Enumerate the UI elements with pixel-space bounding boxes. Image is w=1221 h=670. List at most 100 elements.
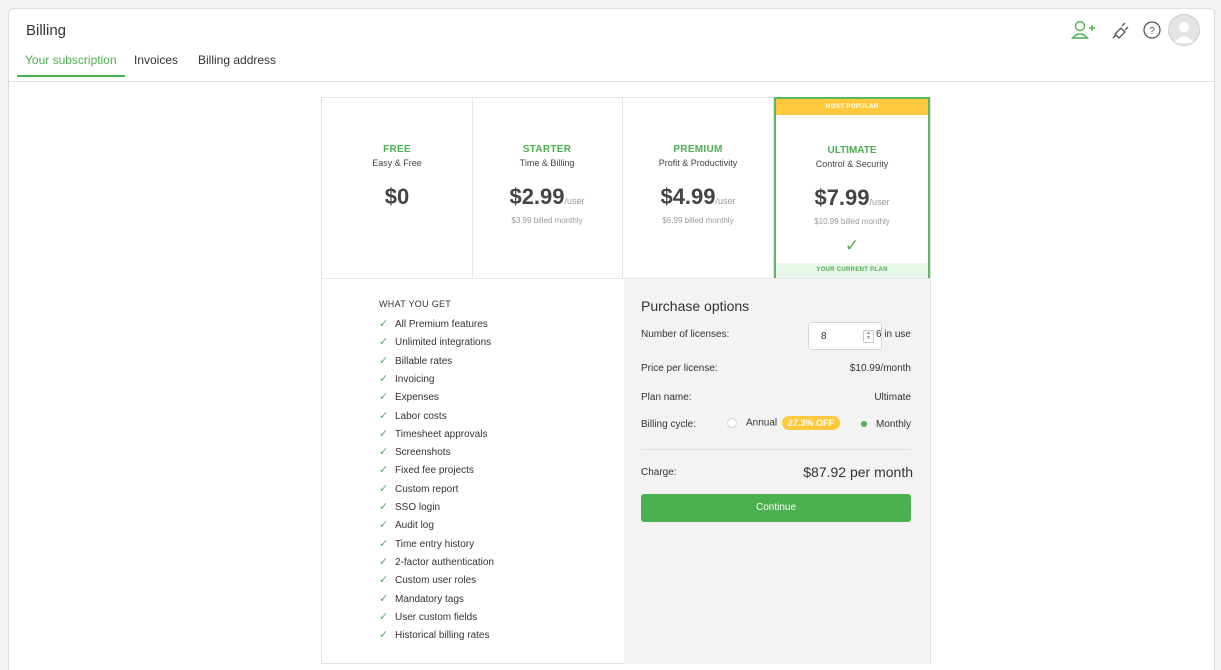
continue-button[interactable]: Continue bbox=[641, 494, 911, 522]
feature-item: ✓ Mandatory tags bbox=[379, 592, 464, 606]
feature-label: User custom fields bbox=[395, 611, 478, 623]
check-icon: ✓ bbox=[379, 629, 389, 642]
licenses-label: Number of licenses: bbox=[641, 329, 730, 340]
feature-item: ✓ Custom report bbox=[379, 482, 458, 496]
feature-item: ✓ Labor costs bbox=[379, 409, 447, 423]
most-popular-banner: MOST POPULAR bbox=[776, 99, 928, 115]
check-icon: ✓ bbox=[379, 592, 389, 605]
feature-item: ✓ Historical billing rates bbox=[379, 628, 489, 642]
feature-label: 2-factor authentication bbox=[395, 556, 494, 568]
spinner-arrows-icon[interactable]: ▲ ▼ bbox=[863, 330, 874, 343]
plan-name: PREMIUM bbox=[673, 144, 723, 155]
plan-subtitle: Time & Billing bbox=[519, 158, 575, 168]
help-icon[interactable]: ? bbox=[1137, 15, 1167, 45]
feature-label: Screenshots bbox=[395, 447, 451, 459]
purchase-title: Purchase options bbox=[641, 298, 750, 314]
feature-label: Invoicing bbox=[395, 373, 435, 385]
feature-label: Unlimited integrations bbox=[395, 337, 492, 349]
plug-icon[interactable] bbox=[1105, 15, 1135, 45]
plan-price: $0 bbox=[322, 184, 472, 210]
feature-label: Labor costs bbox=[395, 410, 447, 422]
check-icon: ✓ bbox=[379, 464, 389, 477]
feature-label: Fixed fee projects bbox=[395, 465, 474, 477]
plan-premium[interactable]: PREMIUM Profit & Productivity $4.99/user… bbox=[623, 98, 774, 278]
plan-name-value: Ultimate bbox=[874, 392, 911, 403]
billing-cycle-label: Billing cycle: bbox=[641, 419, 697, 430]
plan-price-amount: $0 bbox=[384, 184, 410, 209]
plan-price-unit: /user bbox=[564, 196, 585, 206]
annual-radio[interactable] bbox=[727, 418, 737, 428]
check-icon: ✓ bbox=[379, 372, 389, 385]
tab-your-subscription[interactable]: Your subscription bbox=[17, 53, 125, 77]
check-icon: ✓ bbox=[379, 610, 389, 623]
plan-billed: $6.99 billed monthly bbox=[662, 216, 734, 225]
monthly-option[interactable]: Monthly bbox=[859, 419, 911, 430]
check-icon: ✓ bbox=[379, 409, 389, 422]
feature-label: Time entry history bbox=[395, 538, 475, 550]
svg-text:?: ? bbox=[1149, 26, 1155, 37]
plan-price-unit: /user bbox=[869, 197, 890, 207]
check-icon: ✓ bbox=[379, 391, 389, 404]
plan-starter[interactable]: STARTER Time & Billing $2.99/user $3.99 … bbox=[472, 98, 623, 278]
plan-price-amount: $4.99 bbox=[660, 184, 716, 209]
annual-label: Annual bbox=[746, 417, 778, 429]
feature-label: All Premium features bbox=[395, 319, 488, 330]
annual-option[interactable]: Annual 27.3% OFF bbox=[727, 416, 840, 430]
check-icon: ✓ bbox=[379, 336, 389, 349]
add-user-icon[interactable] bbox=[1068, 15, 1098, 45]
feature-item: ✓ All Premium features bbox=[379, 317, 488, 331]
check-icon: ✓ bbox=[379, 427, 389, 440]
pricing-card: FREE Easy & Free $0 STARTER Time & Billi… bbox=[321, 97, 931, 664]
plan-name-label: Plan name: bbox=[641, 392, 692, 403]
charge-label: Charge: bbox=[641, 467, 677, 478]
tab-bar: Your subscription Invoices Billing addre… bbox=[9, 51, 1214, 82]
check-icon: ✓ bbox=[379, 537, 389, 550]
plan-price: $7.99/user bbox=[776, 185, 928, 211]
feature-item: ✓ Timesheet approvals bbox=[379, 427, 487, 441]
feature-label: Custom user roles bbox=[395, 575, 477, 587]
check-icon: ✓ bbox=[379, 354, 389, 367]
feature-item: ✓ Audit log bbox=[379, 518, 434, 532]
feature-label: Mandatory tags bbox=[395, 593, 464, 605]
plan-free[interactable]: FREE Easy & Free $0 bbox=[322, 98, 473, 278]
plan-subtitle: Easy & Free bbox=[372, 158, 422, 168]
feature-item: ✓ Unlimited integrations bbox=[379, 335, 491, 349]
feature-item: ✓ Fixed fee projects bbox=[379, 463, 474, 477]
monthly-label: Monthly bbox=[875, 419, 911, 430]
plan-billed: $3.99 billed monthly bbox=[511, 216, 583, 225]
plan-subtitle: Profit & Productivity bbox=[658, 158, 738, 168]
avatar[interactable] bbox=[1168, 14, 1200, 46]
feature-item: ✓ User custom fields bbox=[379, 610, 477, 624]
check-icon: ✓ bbox=[844, 236, 860, 255]
plan-name: STARTER bbox=[522, 144, 572, 155]
purchase-options-panel: Purchase options Number of licenses: ▲▼ … bbox=[624, 278, 930, 664]
feature-item: ✓ Custom user roles bbox=[379, 573, 476, 587]
plan-price: $2.99/user bbox=[472, 184, 622, 210]
licenses-in-use: 6 in use bbox=[875, 329, 911, 340]
licenses-row: Number of licenses: ▲▼ 6 in use bbox=[641, 322, 911, 350]
licenses-stepper[interactable]: ▲▼ bbox=[808, 322, 882, 350]
check-icon: ✓ bbox=[379, 318, 389, 330]
licenses-input[interactable] bbox=[819, 328, 857, 344]
plan-name: ULTIMATE bbox=[827, 145, 877, 156]
check-icon: ✓ bbox=[379, 482, 389, 495]
features-heading: WHAT YOU GET bbox=[379, 299, 452, 309]
feature-label: Audit log bbox=[395, 520, 434, 532]
plan-price-unit: /user bbox=[715, 196, 736, 206]
price-value: $10.99/month bbox=[849, 363, 911, 374]
feature-item: ✓ Expenses bbox=[379, 390, 439, 404]
page-title: Billing bbox=[26, 22, 67, 39]
feature-item: ✓ Screenshots bbox=[379, 445, 451, 459]
billing-cycle-row: Billing cycle: Annual 27.3% OFF Monthly bbox=[641, 416, 911, 430]
monthly-radio[interactable] bbox=[860, 421, 867, 428]
plan-ultimate[interactable]: MOST POPULAR ULTIMATE Control & Security… bbox=[774, 97, 930, 280]
tab-billing-address[interactable]: Billing address bbox=[198, 53, 276, 75]
check-icon: ✓ bbox=[379, 574, 389, 587]
feature-item: ✓ Billable rates bbox=[379, 354, 452, 368]
tab-invoices[interactable]: Invoices bbox=[134, 53, 178, 75]
feature-item: ✓ 2-factor authentication bbox=[379, 555, 494, 569]
current-plan-label: YOUR CURRENT PLAN bbox=[776, 263, 928, 278]
features-panel: WHAT YOU GET ✓ All Premium features ✓ Unlim… bbox=[322, 278, 624, 664]
app-window: Billing ? Your subscription Invoices Bil… bbox=[8, 8, 1215, 670]
check-icon: ✓ bbox=[379, 555, 389, 568]
